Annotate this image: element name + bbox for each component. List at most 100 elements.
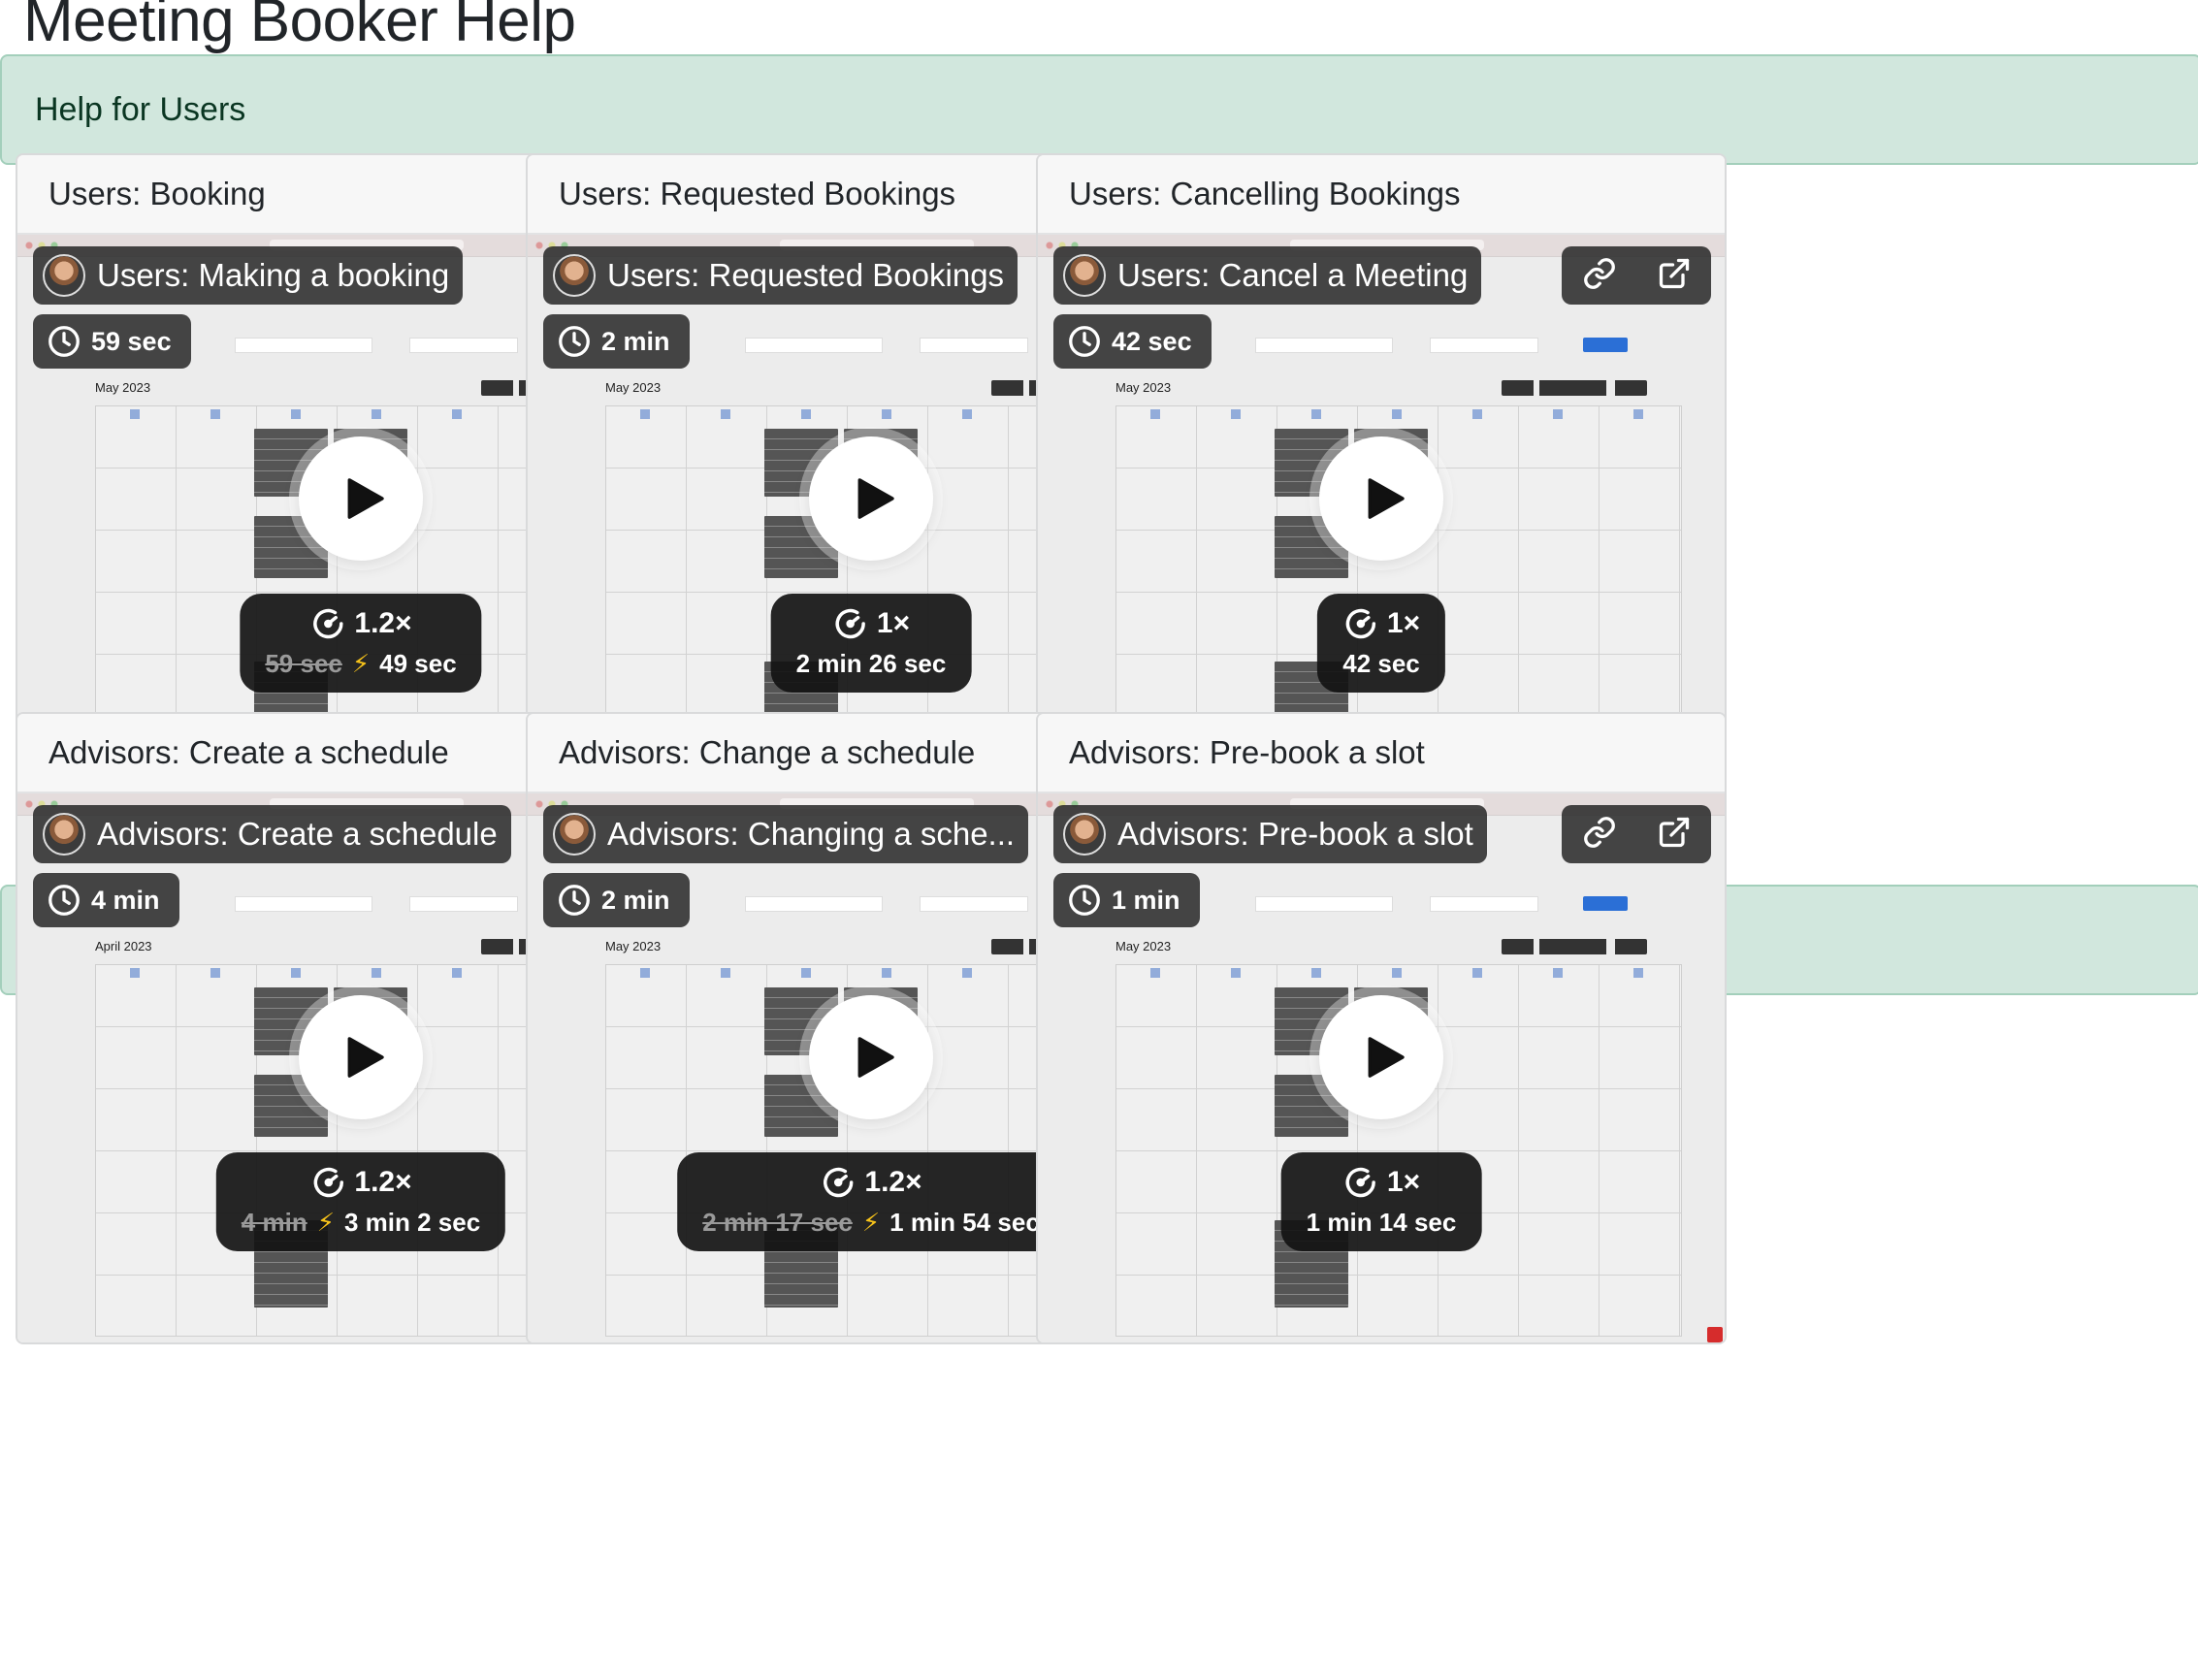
avatar: [553, 254, 596, 297]
speedometer-icon: [824, 1167, 854, 1198]
screenshot-month-title: May 2023: [605, 939, 662, 953]
video-title: Advisors: Pre-book a slot: [1117, 816, 1473, 852]
play-icon: [1368, 1037, 1405, 1078]
adjusted-time: 42 sec: [1342, 648, 1420, 678]
video-title-pill[interactable]: Users: Cancel a Meeting: [1053, 246, 1482, 305]
duration-text: 1 min: [1112, 885, 1180, 915]
speedometer-icon: [1345, 608, 1376, 639]
play-icon: [857, 1037, 894, 1078]
adjusted-time: 3 min 2 sec: [343, 1207, 481, 1237]
screenshot-month-title: May 2023: [1115, 939, 1172, 953]
adjusted-time: 1 min 14 sec: [1306, 1207, 1457, 1237]
adjusted-time: 2 min 26 sec: [795, 648, 947, 678]
playback-speed-box[interactable]: 1× ⚡ 42 sec: [1316, 594, 1446, 693]
play-icon: [347, 478, 384, 519]
clock-icon: [559, 326, 590, 357]
duration-pill: 4 min: [33, 873, 179, 927]
play-button[interactable]: [809, 436, 933, 561]
lightning-icon: ⚡: [861, 1207, 881, 1237]
video-player[interactable]: May 2023 Advisors: Pre-book a slot 1 min…: [1038, 793, 1725, 1342]
speedometer-icon: [313, 1167, 343, 1198]
original-time-wrap: 4 min ⚡: [242, 1208, 344, 1238]
play-button[interactable]: [299, 436, 423, 561]
video-title-pill[interactable]: Users: Making a booking: [33, 246, 464, 305]
video-title: Users: Requested Bookings: [607, 257, 1005, 293]
avatar: [553, 813, 596, 856]
video-title-pill[interactable]: Advisors: Pre-book a slot: [1053, 805, 1487, 863]
page-title: Meeting Booker Help: [23, 0, 576, 54]
clock-icon: [1069, 885, 1100, 916]
clock-icon: [48, 326, 80, 357]
speedometer-icon: [1345, 1167, 1376, 1198]
adjusted-time: 1 min 54 sec: [889, 1207, 1040, 1237]
duration-pill: 2 min: [543, 873, 690, 927]
adjusted-time: 49 sec: [379, 648, 457, 678]
duration-pill: 42 sec: [1053, 314, 1212, 369]
video-player[interactable]: May 2023 Users: Cancel a Meeting 42 sec …: [1038, 235, 1725, 784]
video-actions: [1562, 246, 1711, 305]
play-icon: [1368, 478, 1405, 519]
speedometer-icon: [835, 608, 866, 639]
playback-speed-box[interactable]: 1.2× 59 sec ⚡ 49 sec: [240, 594, 482, 693]
video-title: Users: Making a booking: [97, 257, 450, 293]
screenshot-month-title: May 2023: [605, 380, 662, 395]
video-card: Users: Cancelling Bookings May 2023 User…: [1036, 153, 1727, 786]
video-card: Advisors: Pre-book a slot May 2023 Advis…: [1036, 712, 1727, 1344]
video-title: Advisors: Changing a sche...: [607, 816, 1016, 852]
watermark-logo: [1707, 1327, 1723, 1342]
original-time: 59 sec: [265, 648, 342, 678]
playback-speed-box[interactable]: 1.2× 4 min ⚡ 3 min 2 sec: [215, 1152, 506, 1251]
duration-text: 42 sec: [1112, 326, 1192, 356]
video-actions: [1562, 805, 1711, 863]
speedometer-icon: [313, 608, 343, 639]
clock-icon: [48, 885, 80, 916]
section-heading-users: Help for Users: [0, 54, 2198, 165]
original-time: 2 min 17 sec: [702, 1207, 853, 1237]
playback-speed-box[interactable]: 1× ⚡ 2 min 26 sec: [770, 594, 972, 693]
link-icon[interactable]: [1582, 815, 1617, 855]
play-button[interactable]: [1319, 995, 1443, 1119]
video-title-pill[interactable]: Advisors: Changing a sche...: [543, 805, 1029, 863]
duration-text: 59 sec: [91, 326, 172, 356]
duration-text: 2 min: [601, 885, 670, 915]
speed-value: 1×: [1386, 1166, 1421, 1198]
screenshot-month-title: May 2023: [95, 380, 151, 395]
play-button[interactable]: [299, 995, 423, 1119]
screenshot-calendar-head: [1115, 409, 1682, 419]
play-icon: [857, 478, 894, 519]
speed-value: 1.2×: [864, 1166, 922, 1198]
speed-value: 1.2×: [354, 607, 412, 639]
card-header: Advisors: Pre-book a slot: [1038, 714, 1725, 793]
clock-icon: [1069, 326, 1100, 357]
avatar: [43, 813, 85, 856]
video-title: Advisors: Create a schedule: [97, 816, 498, 852]
original-time: 4 min: [241, 1207, 307, 1237]
speed-value: 1×: [876, 607, 911, 639]
video-title: Users: Cancel a Meeting: [1117, 257, 1469, 293]
video-title-pill[interactable]: Advisors: Create a schedule: [33, 805, 511, 863]
screenshot-calendar-nav: [1502, 380, 1647, 396]
playback-speed-box[interactable]: 1.2× 2 min 17 sec ⚡ 1 min 54 sec: [677, 1152, 1065, 1251]
playback-speed-box[interactable]: 1× ⚡ 1 min 14 sec: [1280, 1152, 1482, 1251]
original-time-wrap: 59 sec ⚡: [265, 649, 379, 679]
screenshot-calendar-head: [1115, 968, 1682, 978]
play-button[interactable]: [1319, 436, 1443, 561]
speed-value: 1.2×: [354, 1166, 412, 1198]
screenshot-month-title: May 2023: [1115, 380, 1172, 395]
duration-pill: 59 sec: [33, 314, 191, 369]
original-time-wrap: 2 min 17 sec ⚡: [702, 1208, 889, 1238]
card-header: Users: Cancelling Bookings: [1038, 155, 1725, 235]
play-icon: [347, 1037, 384, 1078]
external-link-icon[interactable]: [1657, 815, 1692, 855]
clock-icon: [559, 885, 590, 916]
play-button[interactable]: [809, 995, 933, 1119]
lightning-icon: ⚡: [316, 1207, 335, 1237]
screenshot-month-title: April 2023: [95, 939, 152, 953]
video-title-pill[interactable]: Users: Requested Bookings: [543, 246, 1018, 305]
speed-value: 1×: [1386, 607, 1421, 639]
duration-text: 2 min: [601, 326, 670, 356]
link-icon[interactable]: [1582, 256, 1617, 296]
avatar: [1063, 813, 1106, 856]
external-link-icon[interactable]: [1657, 256, 1692, 296]
avatar: [43, 254, 85, 297]
